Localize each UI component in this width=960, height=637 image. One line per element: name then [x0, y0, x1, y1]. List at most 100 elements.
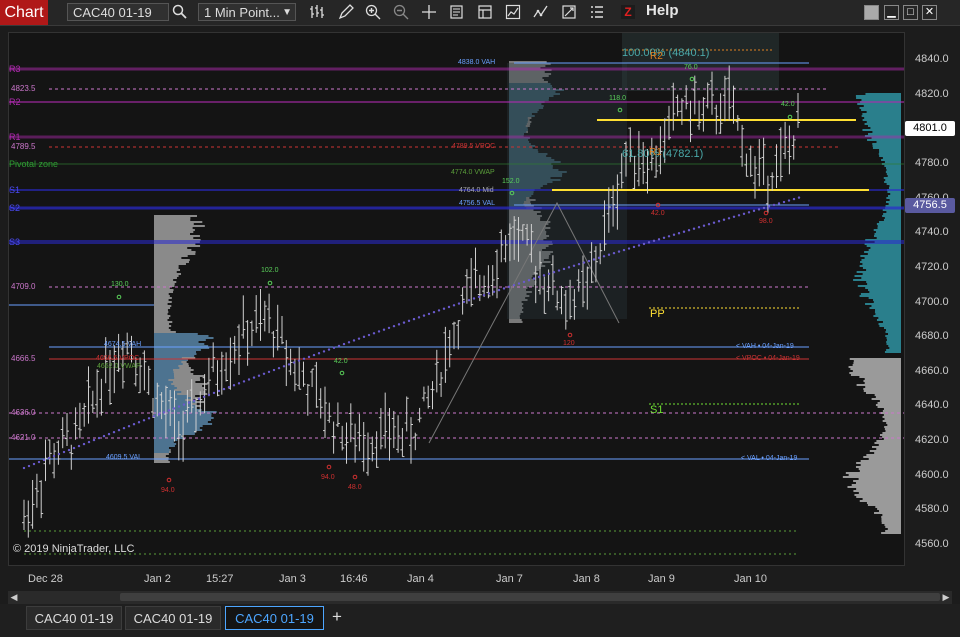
volume-profile-bar: [859, 295, 901, 297]
data-box-icon[interactable]: [448, 4, 465, 21]
time-axis[interactable]: Dec 28 Jan 2 15:27 Jan 3 16:46 Jan 4 Jan 7 Jan …: [8, 566, 905, 590]
volume-profile-bar: [883, 408, 901, 410]
scroll-right-icon[interactable]: ▶: [940, 591, 952, 604]
volume-profile-bar: [867, 504, 901, 506]
minimize-window-icon[interactable]: ▁: [884, 5, 899, 20]
vwap-dot: [302, 357, 306, 361]
volume-profile-bar: [154, 317, 170, 319]
price-chart-panel[interactable]: R3 R2 R1 Pivotal zone S1 S2 S3 4823.5 47…: [8, 32, 905, 566]
vwap-dot: [337, 344, 341, 348]
volume-profile-bar: [884, 418, 901, 420]
volume-profile-bar: [886, 211, 901, 213]
volume-profile-bar: [856, 488, 901, 490]
price-bar: [740, 124, 745, 167]
volume-profile-bar: [852, 370, 901, 372]
volume-profile-bar: [154, 379, 169, 381]
pivotal-zone-label: Pivotal zone: [9, 159, 59, 169]
swing-dot: [787, 114, 793, 120]
strategy-icon[interactable]: [504, 4, 521, 21]
snap-window-icon[interactable]: [864, 5, 879, 20]
horizontal-scrollbar[interactable]: ◀ ▶: [8, 591, 952, 604]
crosshair-icon[interactable]: [420, 4, 437, 21]
time-axis-tick: Jan 8: [573, 573, 600, 585]
swing-high-42a: 42.0: [334, 358, 348, 365]
scrollbar-thumb[interactable]: [120, 593, 940, 601]
price-bar: [396, 415, 401, 453]
help-menu[interactable]: Help: [646, 2, 679, 19]
volume-profile-bar: [848, 474, 901, 476]
close-window-icon[interactable]: ✕: [922, 5, 937, 20]
vwap-jan7-label: 4774.0 VWAP: [451, 169, 495, 176]
vah-jan7-label: 4838.0 VAH: [458, 59, 496, 66]
volume-profile-bar: [855, 95, 901, 97]
scroll-left-icon[interactable]: ◀: [8, 591, 20, 604]
vwap-dot: [312, 353, 316, 357]
volume-profile-bar: [873, 315, 901, 317]
vwap-dot: [32, 462, 36, 466]
price-bar: [90, 390, 95, 414]
list-icon[interactable]: [588, 4, 605, 21]
volume-profile-bar: [154, 275, 179, 277]
price-bar: [228, 337, 233, 390]
volume-profile-bar: [154, 335, 209, 337]
volume-profile-bar: [154, 381, 173, 383]
pivot-r2-label: R2: [9, 97, 21, 107]
price-bar: [731, 85, 736, 124]
add-tab-button[interactable]: +: [329, 607, 345, 627]
price-bar: [249, 320, 254, 347]
volume-profile-bar: [864, 382, 901, 384]
volume-profile-bar: [877, 406, 901, 408]
price-bar: [288, 348, 293, 376]
volume-profile-bar: [154, 443, 177, 445]
volume-profile-bar: [858, 468, 901, 470]
chart-title-tag: Chart: [0, 0, 48, 25]
interval-selector[interactable]: 1 Min Point... ▼: [198, 3, 296, 21]
vpoc-jan7-label: 4789.5 VPOC: [452, 143, 496, 150]
zoom-in-icon[interactable]: [364, 4, 381, 21]
volume-profile-bar: [853, 490, 901, 492]
price-bar: [292, 358, 297, 392]
volume-profile-bar: [154, 429, 203, 431]
volume-profile-bar: [154, 377, 175, 379]
volume-profile-bar: [154, 277, 177, 279]
tab-chart-2[interactable]: CAC40 01-19: [125, 606, 221, 630]
volume-profile-bar: [860, 261, 901, 263]
maximize-window-icon[interactable]: □: [903, 5, 918, 20]
vwap-dot: [77, 444, 81, 448]
vwap-dot: [757, 208, 761, 211]
volume-profile-bar: [856, 384, 901, 386]
templates-icon[interactable]: [560, 4, 577, 21]
instrument-selector[interactable]: CAC40 01-19: [67, 3, 169, 21]
tab-chart-3[interactable]: CAC40 01-19: [225, 606, 324, 630]
indicators-icon[interactable]: [532, 4, 549, 21]
draw-pencil-icon[interactable]: [337, 4, 354, 21]
vwap-dot: [622, 248, 626, 252]
volume-profile-bar: [878, 323, 901, 325]
price-bar: [421, 386, 426, 402]
properties-icon[interactable]: [476, 4, 493, 21]
volume-profile-bar: [858, 492, 901, 494]
volume-profile-bar: [154, 343, 205, 345]
volume-profile-bar: [883, 414, 901, 416]
tab-chart-1[interactable]: CAC40 01-19: [26, 606, 122, 630]
search-icon[interactable]: [171, 4, 188, 21]
vwap-dot: [197, 397, 201, 400]
swing-dot: [116, 294, 122, 300]
vwap-dot: [182, 403, 186, 406]
volume-profile-bar: [154, 435, 183, 437]
vwap-dot: [722, 218, 726, 221]
vwap-dot: [132, 423, 136, 426]
vwap-dot: [427, 312, 431, 316]
volume-profile-bar: [886, 201, 901, 203]
price-chart-canvas[interactable]: [9, 33, 905, 566]
volume-profile-bar: [879, 434, 901, 436]
price-bar: [34, 473, 39, 508]
bar-type-icon[interactable]: [308, 4, 325, 21]
vwap-dot: [342, 342, 346, 346]
price-axis[interactable]: 4840.04820.04800.04780.04760.04740.04720…: [905, 32, 960, 566]
vah-prev-label: < VAH • 04-Jan-19: [736, 343, 794, 350]
price-axis-tick: 4660.0: [915, 364, 949, 377]
price-bar: [69, 444, 74, 470]
fib-618-label: 61.80% (4782.1): [622, 148, 704, 160]
zoom-out-icon[interactable]: [392, 4, 409, 21]
